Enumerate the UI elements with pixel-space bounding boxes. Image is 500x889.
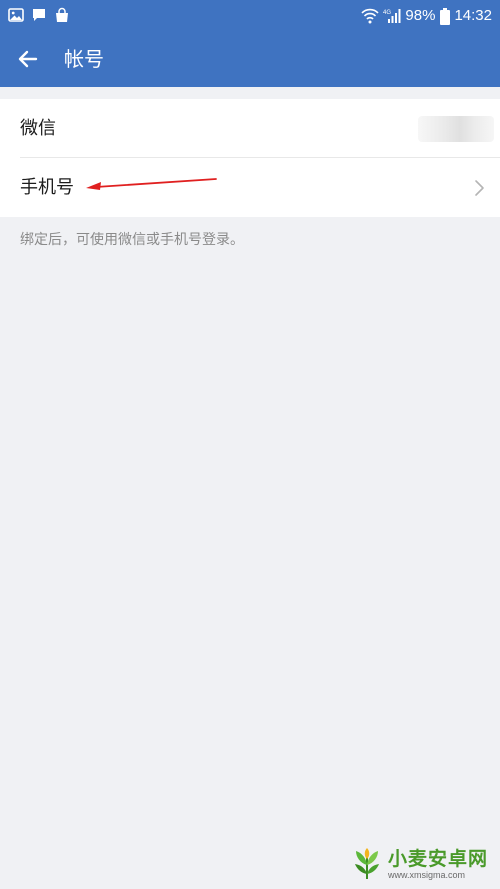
signal-icon: 4G <box>383 9 401 23</box>
clock: 14:32 <box>454 7 492 24</box>
status-bar: 4G 98% 14:32 <box>0 0 500 32</box>
watermark-name: 小麦安卓网 <box>387 847 488 870</box>
app-bar: 帐号 <box>0 32 500 87</box>
watermark: 小麦安卓网 www.xmsigma.com <box>350 847 488 881</box>
system-status: 4G 98% 14:32 <box>361 6 492 26</box>
wifi-icon <box>361 8 380 24</box>
shopping-bag-icon <box>56 7 68 22</box>
notification-icons <box>8 7 77 23</box>
masked-account-value <box>418 116 494 142</box>
list-item-label: 手机号 <box>20 177 74 198</box>
svg-text:4G: 4G <box>383 10 391 16</box>
battery-percent: 98% <box>405 7 436 24</box>
list-item-label: 微信 <box>20 118 56 139</box>
account-list: 微信 手机号 <box>0 99 500 217</box>
hint-text: 绑定后，可使用微信或手机号登录。 <box>20 232 244 248</box>
list-item-phone[interactable]: 手机号 <box>0 158 500 217</box>
page-title: 帐号 <box>64 47 104 71</box>
chat-icon <box>33 9 45 21</box>
chevron-right-icon <box>475 180 484 196</box>
annotation-arrow <box>86 178 217 190</box>
battery-icon <box>440 7 451 25</box>
list-item-wechat[interactable]: 微信 <box>0 99 500 158</box>
watermark-url: www.xmsigma.com <box>387 869 465 880</box>
arrow-left-icon[interactable] <box>16 47 40 71</box>
gallery-icon <box>8 8 24 22</box>
plant-logo-icon <box>354 848 379 879</box>
